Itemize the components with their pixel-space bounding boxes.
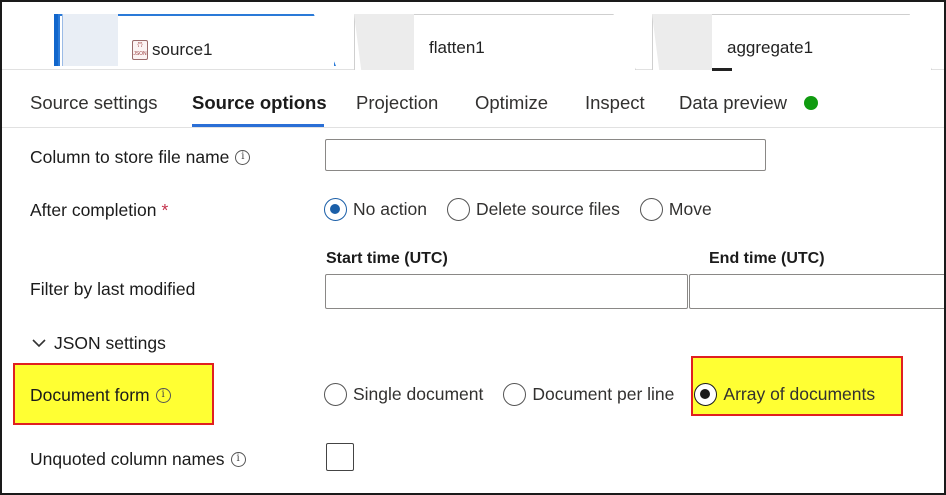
radio-delete-source-files[interactable]: Delete source files: [446, 198, 620, 221]
json-settings-toggle[interactable]: JSON settings: [32, 333, 166, 354]
window-frame: {*} JSON source1 flatten1 aggregate1 Sou…: [0, 0, 946, 495]
radio-unchecked-icon: [446, 198, 470, 221]
start-time-input[interactable]: [325, 274, 688, 309]
tab-projection[interactable]: Projection: [356, 92, 438, 114]
tab-optimize[interactable]: Optimize: [475, 92, 548, 114]
info-icon[interactable]: i: [235, 150, 251, 165]
node-aggregate1[interactable]: aggregate1: [652, 14, 932, 70]
tab-source-settings[interactable]: Source settings: [30, 92, 158, 114]
node-label: source1: [152, 40, 213, 59]
settings-tabs: Source settings Source options Projectio…: [2, 78, 944, 128]
selected-node-accent: [54, 14, 58, 66]
required-marker: *: [161, 200, 169, 220]
end-time-input[interactable]: [689, 274, 944, 309]
radio-document-per-line[interactable]: Document per line: [503, 383, 674, 406]
dataflow-node-strip: {*} JSON source1 flatten1 aggregate1: [2, 2, 944, 71]
chevron-down-icon: [32, 339, 46, 348]
column-file-name-label: Column to store file name i: [30, 147, 251, 168]
radio-single-document[interactable]: Single document: [324, 383, 483, 406]
column-file-name-input[interactable]: [325, 139, 766, 171]
after-completion-radio-group: No action Delete source files Move: [324, 198, 732, 221]
radio-unchecked-icon: [324, 383, 347, 406]
after-completion-label: After completion *: [30, 200, 169, 220]
active-tab-underline: [192, 124, 324, 127]
node-flatten1[interactable]: flatten1: [354, 14, 636, 70]
document-form-label: Document form i: [30, 385, 171, 406]
unquoted-column-names-label: Unquoted column names i: [30, 449, 246, 470]
unquoted-column-names-checkbox[interactable]: [326, 443, 354, 471]
strip-tick-mark: [712, 68, 732, 71]
end-time-label: End time (UTC): [709, 250, 825, 267]
radio-checked-icon: [324, 198, 347, 221]
status-dot-icon: [804, 96, 818, 110]
radio-unchecked-icon: [503, 383, 527, 406]
tab-source-options[interactable]: Source options: [192, 92, 327, 114]
filter-last-modified-label: Filter by last modified: [30, 279, 196, 299]
info-icon[interactable]: i: [230, 452, 246, 467]
radio-move[interactable]: Move: [639, 198, 712, 221]
node-label: flatten1: [429, 38, 485, 57]
start-time-label: Start time (UTC): [326, 250, 448, 267]
json-file-icon: {*} JSON: [132, 40, 148, 60]
radio-unchecked-icon: [639, 198, 663, 221]
document-form-radio-group: Single document Document per line Array …: [324, 383, 895, 406]
radio-array-of-documents[interactable]: Array of documents: [694, 383, 875, 406]
node-source1[interactable]: {*} JSON source1: [54, 2, 336, 66]
node-label: aggregate1: [727, 38, 814, 57]
radio-checked-icon: [694, 383, 718, 406]
tab-data-preview[interactable]: Data preview: [679, 92, 787, 114]
radio-no-action[interactable]: No action: [324, 198, 427, 221]
tab-inspect[interactable]: Inspect: [585, 92, 645, 114]
info-icon[interactable]: i: [155, 388, 171, 403]
